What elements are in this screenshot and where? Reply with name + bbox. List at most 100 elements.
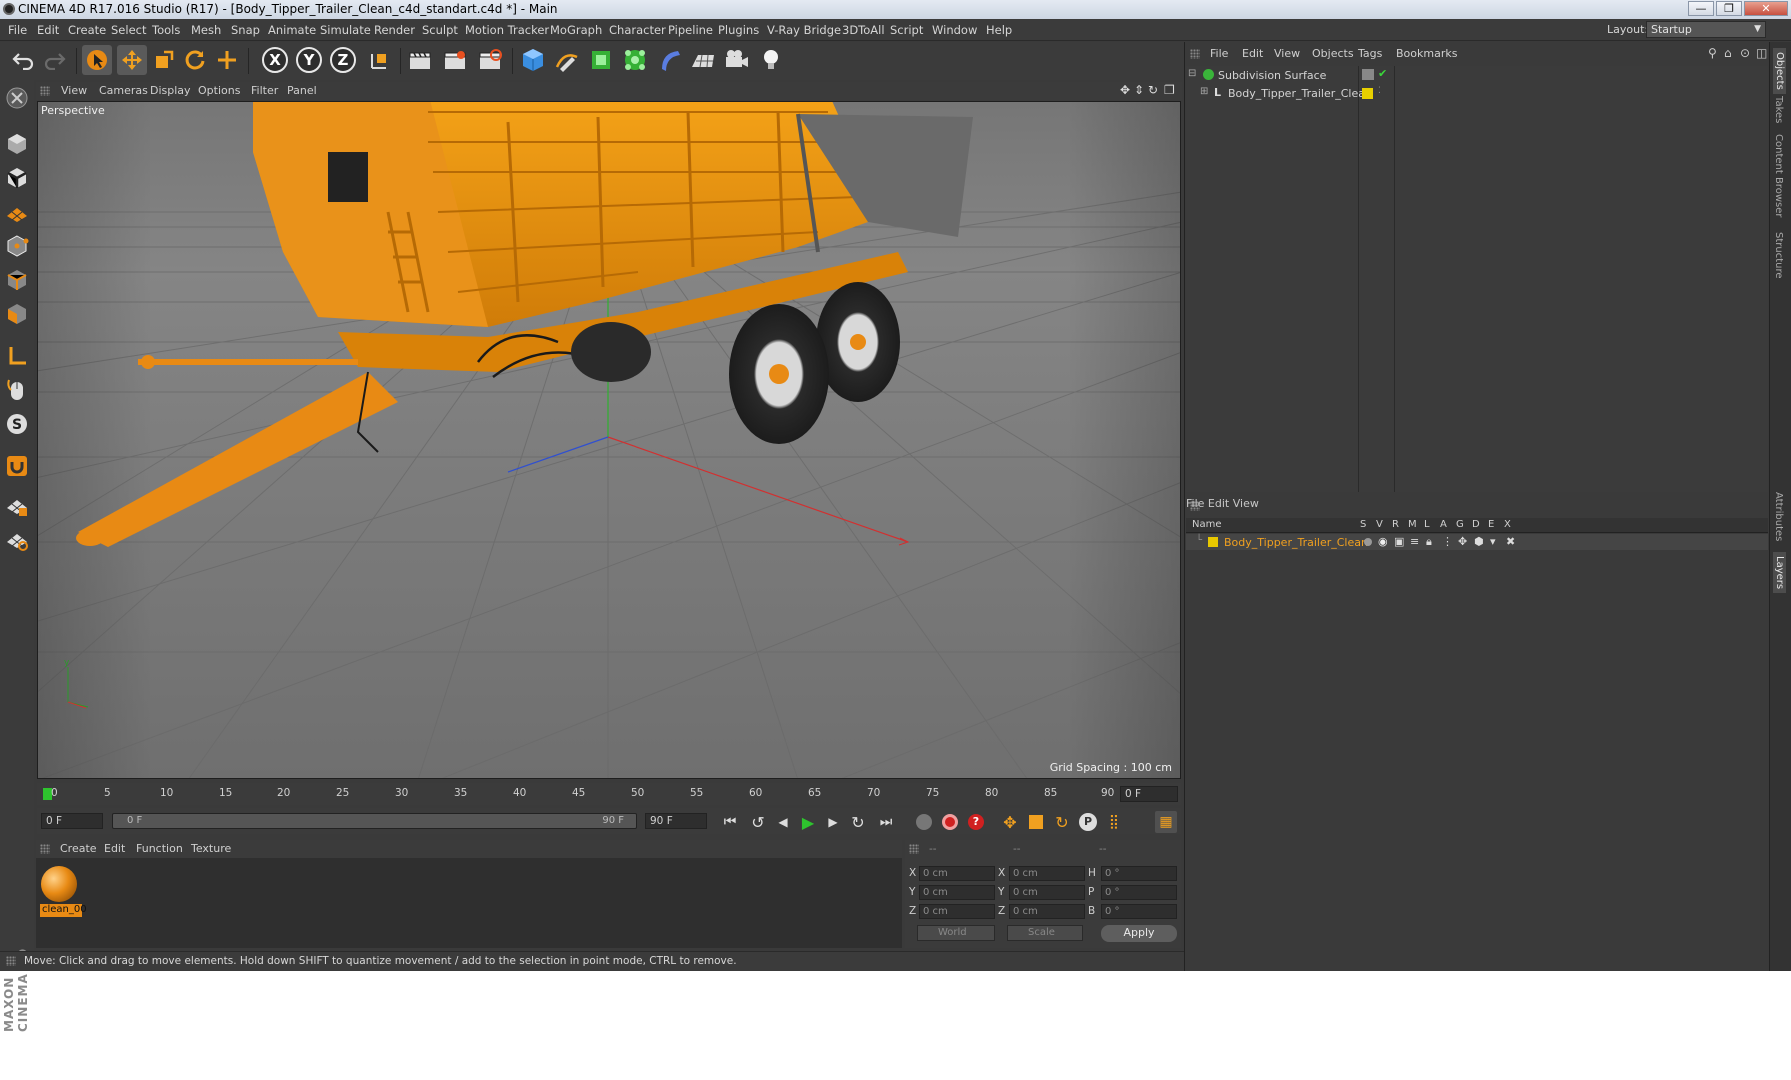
coordinate-mode-dropdown[interactable]: World — [917, 925, 995, 941]
axis-mode-button[interactable] — [3, 342, 31, 370]
orbit-icon[interactable]: ↻ — [1148, 83, 1158, 97]
menu-create[interactable]: Create — [68, 23, 106, 37]
scale-tool-button[interactable] — [149, 45, 179, 75]
menu-character[interactable]: Character — [609, 23, 666, 37]
current-frame-field[interactable]: 0 F — [1120, 786, 1178, 802]
eye-icon[interactable]: ◉ — [1378, 535, 1388, 548]
minimize-button[interactable]: — — [1688, 1, 1714, 16]
tree-item-body-tipper-trailer[interactable]: ⊞ L Body_Tipper_Trailer_Clean ⁚ — [1186, 85, 1768, 102]
generator-icon[interactable]: ✥ — [1458, 535, 1467, 548]
polygons-mode-button[interactable] — [3, 300, 31, 328]
viewport-menu-display[interactable]: Display — [150, 84, 191, 97]
workplane-mode-button[interactable] — [3, 198, 31, 226]
grid-snap-button[interactable] — [3, 526, 31, 554]
next-frame-button[interactable]: ▶ — [822, 811, 844, 833]
material-menu-function[interactable]: Function — [136, 842, 183, 855]
layer-color-swatch[interactable] — [1362, 88, 1373, 99]
render-settings-button[interactable] — [475, 45, 505, 75]
timeline-track[interactable] — [43, 786, 1133, 804]
pos-x-field[interactable]: 0 cm — [919, 866, 995, 881]
snap-button[interactable]: S — [3, 410, 31, 438]
menu-animate[interactable]: Animate — [268, 23, 316, 37]
filter-icon[interactable]: ⊙ — [1740, 46, 1750, 60]
material-menu-edit[interactable]: Edit — [104, 842, 125, 855]
collapse-icon[interactable]: ⊟ — [1188, 68, 1196, 79]
pos-z-field[interactable]: 0 cm — [919, 904, 995, 919]
menu-help[interactable]: Help — [986, 23, 1012, 37]
autokey-button[interactable] — [939, 811, 961, 833]
tree-item-subdivision-surface[interactable]: ⊟ Subdivision Surface ✔ — [1186, 67, 1768, 84]
layout-dropdown[interactable]: Startup ▼ — [1646, 21, 1766, 38]
key-pla-button[interactable]: ⣿ — [1103, 811, 1125, 833]
menu-edit[interactable]: Edit — [37, 23, 59, 37]
tab-objects[interactable]: Objects — [1773, 48, 1786, 94]
deformer-button[interactable] — [654, 45, 684, 75]
deformer-icon[interactable]: ⬢ — [1474, 535, 1484, 548]
undo-button[interactable] — [8, 45, 38, 75]
menu-vray-bridge[interactable]: V-Ray Bridge — [767, 23, 841, 37]
dolly-icon[interactable]: ⇕ — [1134, 83, 1144, 97]
tab-content-browser[interactable]: Content Browser — [1773, 134, 1784, 217]
keyframe-selection-button[interactable]: ? — [965, 811, 987, 833]
rot-b-field[interactable]: 0 ° — [1101, 904, 1177, 919]
layer-row[interactable]: └ Body_Tipper_Trailer_Clean ◉ ▣ ≡ 🔒︎ ⋮ ✥… — [1186, 534, 1768, 550]
render-view-button[interactable] — [405, 45, 435, 75]
end-frame-field[interactable]: 90 F — [645, 813, 707, 829]
object-menu-edit[interactable]: Edit — [1242, 47, 1263, 60]
range-slider[interactable]: 0 F 90 F — [112, 813, 637, 829]
material-swatch[interactable]: clean_00 — [38, 860, 87, 922]
redo-button[interactable] — [40, 45, 70, 75]
key-position-button[interactable]: ✥ — [999, 811, 1021, 833]
visibility-dots-icon[interactable]: ⁚ — [1378, 86, 1381, 96]
layer-name[interactable]: Body_Tipper_Trailer_Clean — [1224, 536, 1368, 549]
move-tool-button[interactable] — [117, 45, 147, 75]
z-axis-lock-button[interactable]: Z — [328, 45, 358, 75]
tweak-mode-button[interactable] — [3, 376, 31, 404]
record-keys-button[interactable] — [913, 811, 935, 833]
play-button[interactable]: ▶ — [797, 811, 819, 833]
viewport-menu-panel[interactable]: Panel — [287, 84, 317, 97]
rot-h-field[interactable]: 0 ° — [1101, 866, 1177, 881]
transform-tool-button[interactable] — [212, 45, 242, 75]
object-menu-file[interactable]: File — [1210, 47, 1228, 60]
tab-attributes[interactable]: Attributes — [1773, 492, 1784, 541]
cloner-button[interactable] — [620, 45, 650, 75]
layer-menu-view[interactable]: View — [1233, 497, 1259, 510]
edges-mode-button[interactable] — [3, 266, 31, 294]
next-key-button[interactable]: ↻ — [847, 811, 869, 833]
tab-takes[interactable]: Takes — [1773, 96, 1784, 123]
tab-structure[interactable]: Structure — [1773, 232, 1784, 279]
3d-viewport[interactable]: y Perspective Grid Spacing : 100 cm — [37, 101, 1181, 779]
menu-tools[interactable]: Tools — [152, 23, 180, 37]
texture-mode-button[interactable] — [3, 164, 31, 192]
render-picture-viewer-button[interactable] — [440, 45, 470, 75]
live-selection-button[interactable] — [82, 45, 112, 75]
menu-select[interactable]: Select — [111, 23, 146, 37]
menu-window[interactable]: Window — [932, 23, 977, 37]
floor-button[interactable] — [688, 45, 718, 75]
rot-p-field[interactable]: 0 ° — [1101, 885, 1177, 900]
menu-motion-tracker[interactable]: Motion Tracker — [465, 23, 549, 37]
size-mode-dropdown[interactable]: Scale — [1007, 925, 1083, 941]
solo-icon[interactable] — [1364, 538, 1372, 546]
make-editable-button[interactable] — [3, 84, 31, 112]
layer-color-swatch[interactable] — [1208, 537, 1218, 547]
xref-icon[interactable]: ✖ — [1506, 535, 1515, 548]
magnet-button[interactable] — [3, 452, 31, 480]
search-icon[interactable]: ⚲ — [1708, 46, 1717, 60]
object-menu-objects[interactable]: Objects — [1312, 47, 1354, 60]
panel-options-icon[interactable]: ◫ — [1756, 46, 1767, 60]
layer-menu-edit[interactable]: Edit — [1208, 497, 1229, 510]
object-menu-bookmarks[interactable]: Bookmarks — [1396, 47, 1457, 60]
x-axis-lock-button[interactable]: X — [260, 45, 290, 75]
render-icon[interactable]: ▣ — [1394, 535, 1404, 548]
points-mode-button[interactable] — [3, 232, 31, 260]
size-y-field[interactable]: 0 cm — [1009, 885, 1085, 900]
manager-icon[interactable]: ≡ — [1410, 535, 1419, 548]
menu-3dtoall[interactable]: 3DToAll — [842, 23, 885, 37]
maximize-view-icon[interactable]: ❐ — [1164, 83, 1175, 97]
start-frame-field[interactable]: 0 F — [41, 813, 103, 829]
menu-sculpt[interactable]: Sculpt — [422, 23, 458, 37]
key-rotation-button[interactable]: ↻ — [1051, 811, 1073, 833]
tab-layers[interactable]: Layers — [1773, 552, 1786, 594]
